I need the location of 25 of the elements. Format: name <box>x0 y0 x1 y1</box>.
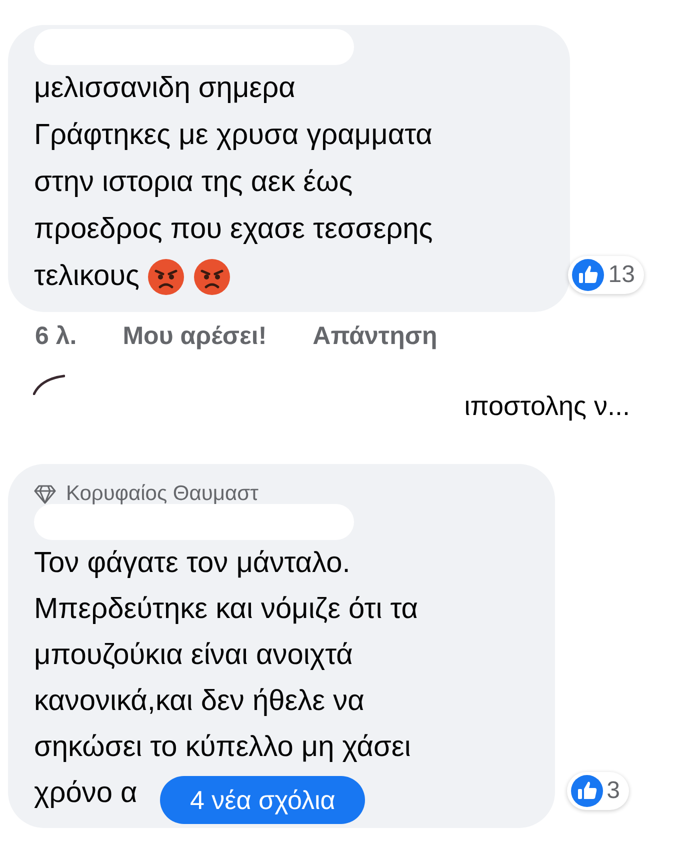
comment-line: σηκώσει το κύπελλο μη χάσει <box>34 730 411 765</box>
comment-line: στην ιστορια της αεκ έως <box>34 165 353 200</box>
fan-badge-label: Κορυφαίος Θαυμαστ <box>66 482 258 506</box>
angry-face-icon <box>147 258 186 296</box>
diamond-icon <box>34 484 56 504</box>
reaction-count[interactable]: 13 <box>568 256 644 294</box>
thumbs-up-icon <box>570 775 603 807</box>
comment-line: χρόνο α <box>34 776 138 811</box>
comment-line: Μπερδεύτηκε και νόμιζε ότι τα <box>34 592 418 627</box>
like-link[interactable]: Μου αρέσει! <box>122 322 267 351</box>
angry-face-icon <box>193 258 232 296</box>
comment-line: μπουζούκια είναι ανοιχτά <box>34 638 353 673</box>
comment-time: 6 λ. <box>35 322 77 351</box>
avatar-edge-icon <box>33 373 65 395</box>
comment-line: κανονικά,και δεν ήθελε να <box>34 684 364 719</box>
reaction-count[interactable]: 3 <box>566 772 629 810</box>
reply-preview[interactable]: ιποστολης ν... <box>464 391 630 422</box>
comment-line: Τον φάγατε τον μάνταλο. <box>34 546 350 581</box>
reply-link[interactable]: Απάντηση <box>312 322 438 351</box>
comment-line: προεδρος που εχασε τεσσερης <box>34 212 433 247</box>
new-comments-button[interactable]: 4 νέα σχόλια <box>160 776 366 824</box>
comment-line: Γράφτηκες με χρυσα γραμματα <box>34 118 432 153</box>
comment-line: μελισσανιδη σημερα <box>34 71 296 106</box>
comment-line: τελικους <box>34 259 140 294</box>
thumbs-up-icon <box>572 259 604 291</box>
